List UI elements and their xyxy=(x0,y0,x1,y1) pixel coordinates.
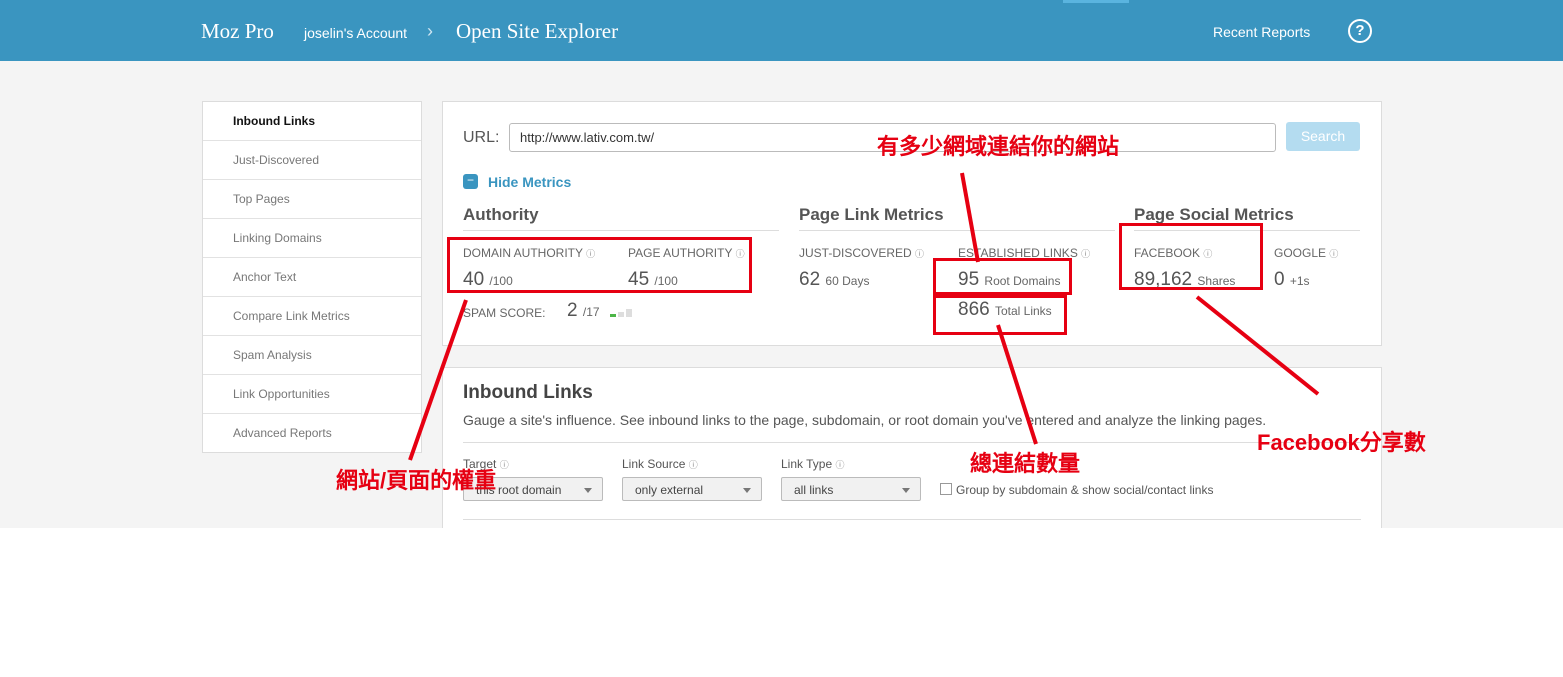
facebook-annotation-text: Facebook分享數 xyxy=(1257,430,1426,455)
total-links-annotation-text: 總連結數量 xyxy=(970,451,1081,476)
domains-annotation-text: 有多少網域連結你的網站 xyxy=(877,134,1120,159)
facebook-highlight-box xyxy=(1119,223,1263,290)
domains-annotation-line xyxy=(960,172,980,263)
annotation-arrows xyxy=(408,172,1320,461)
facebook-annotation-line xyxy=(1195,295,1320,396)
total-links-annotation-line xyxy=(996,324,1038,445)
authority-annotation-line xyxy=(408,299,468,461)
authority-highlight-box xyxy=(447,237,752,293)
total-links-highlight-box xyxy=(933,295,1067,335)
root-domains-highlight-box xyxy=(933,258,1072,295)
authority-annotation-text: 網站/頁面的權重 xyxy=(336,468,497,493)
